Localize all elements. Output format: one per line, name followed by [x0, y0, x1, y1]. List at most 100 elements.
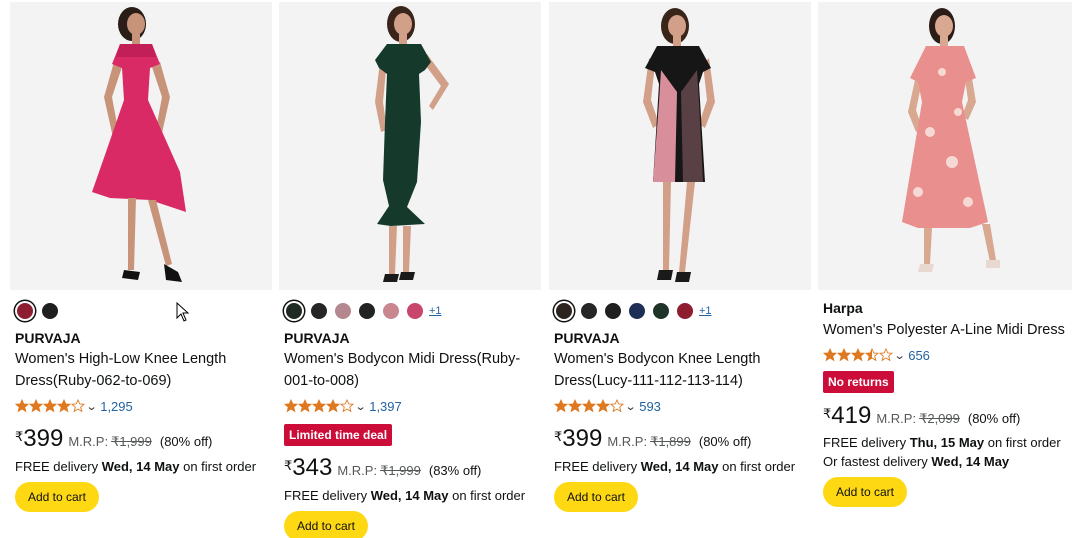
mrp-label: M.R.P: — [607, 434, 648, 449]
delivery-line: FREE delivery Thu, 15 May on first order — [823, 433, 1072, 452]
star-icon — [340, 399, 354, 413]
rating-count-link[interactable]: 593 — [639, 399, 661, 414]
chevron-down-icon[interactable]: ⌄ — [86, 400, 98, 413]
star-icon — [582, 399, 596, 413]
product-title-link[interactable]: Women's Bodycon Midi Dress(Ruby-001-to-0… — [284, 348, 534, 392]
mouse-cursor-icon — [176, 302, 190, 322]
star-icon — [298, 399, 312, 413]
product-rating[interactable]: ⌄ 1,295 — [15, 398, 133, 414]
product-card[interactable]: +1 PURVAJA Women's Bodycon Knee Length D… — [549, 0, 811, 538]
star-icon — [312, 399, 326, 413]
price-row: ₹ 343 M.R.P: ₹1,999 (83% off) — [284, 455, 481, 481]
price-amount: 343 — [292, 454, 333, 481]
color-swatch[interactable] — [581, 303, 597, 319]
product-image[interactable] — [10, 2, 272, 290]
product-rating[interactable]: ⌄ 593 — [554, 398, 661, 414]
delivery-date: Thu, 15 May — [909, 435, 985, 450]
star-icon — [284, 399, 298, 413]
price-row: ₹ 399 M.R.P: ₹1,999 (80% off) — [15, 426, 212, 452]
color-swatch[interactable] — [653, 303, 669, 319]
mrp-value: ₹1,899 — [650, 434, 691, 449]
color-swatch[interactable] — [383, 303, 399, 319]
product-rating[interactable]: ⌄ 1,397 — [284, 398, 402, 414]
product-brand: Harpa — [823, 300, 863, 316]
color-swatch[interactable] — [677, 303, 693, 319]
chevron-down-icon[interactable]: ⌄ — [355, 400, 367, 413]
product-image[interactable] — [549, 2, 811, 290]
color-swatch[interactable] — [311, 303, 327, 319]
product-card[interactable]: Harpa Women's Polyester A-Line Midi Dres… — [818, 0, 1072, 538]
product-title-link[interactable]: Women's High-Low Knee Length Dress(Ruby-… — [15, 348, 265, 392]
price-amount: 419 — [831, 402, 872, 429]
delivery-suffix: on first order — [179, 459, 257, 474]
delivery-prefix: FREE delivery — [15, 459, 102, 474]
product-image[interactable] — [279, 2, 541, 290]
star-rating — [554, 399, 624, 413]
star-icon — [43, 399, 57, 413]
fastest-date: Wed, 14 May — [931, 454, 1010, 469]
product-image[interactable] — [818, 2, 1072, 290]
star-icon — [15, 399, 29, 413]
star-icon — [823, 348, 837, 362]
star-icon — [851, 348, 865, 362]
product-title-link[interactable]: Women's Bodycon Knee Length Dress(Lucy-1… — [554, 348, 804, 392]
product-rating[interactable]: ⌄ 656 — [823, 347, 930, 363]
star-icon — [29, 399, 43, 413]
delivery-prefix: FREE delivery — [823, 435, 910, 450]
star-icon — [568, 399, 582, 413]
delivery-date: Wed, 14 May — [101, 459, 180, 474]
color-swatch[interactable] — [17, 303, 33, 319]
rating-count-link[interactable]: 1,295 — [100, 399, 133, 414]
discount-text: (80% off) — [967, 411, 1021, 426]
discount-text: (83% off) — [428, 463, 482, 478]
currency-symbol: ₹ — [823, 406, 832, 421]
star-icon — [837, 348, 851, 362]
more-colors-link[interactable]: +1 — [699, 305, 712, 317]
color-swatches: +1 — [554, 300, 712, 322]
add-to-cart-button[interactable]: Add to cart — [554, 482, 638, 512]
star-icon — [610, 399, 624, 413]
mrp-label: M.R.P: — [337, 463, 378, 478]
star-icon — [71, 399, 85, 413]
color-swatch[interactable] — [42, 303, 58, 319]
mrp-value: ₹1,999 — [111, 434, 152, 449]
color-swatch[interactable] — [335, 303, 351, 319]
mrp-label: M.R.P: — [68, 434, 109, 449]
star-rating — [284, 399, 354, 413]
star-rating — [15, 399, 85, 413]
delivery-prefix: FREE delivery — [284, 488, 371, 503]
add-to-cart-button[interactable]: Add to cart — [15, 482, 99, 512]
star-icon — [57, 399, 71, 413]
rating-count-link[interactable]: 1,397 — [369, 399, 402, 414]
star-icon — [879, 348, 893, 362]
star-icon — [596, 399, 610, 413]
delivery-info: FREE delivery Thu, 15 May on first order… — [823, 433, 1072, 471]
delivery-date: Wed, 14 May — [640, 459, 719, 474]
price-row: ₹ 399 M.R.P: ₹1,899 (80% off) — [554, 426, 751, 452]
delivery-suffix: on first order — [448, 488, 526, 503]
chevron-down-icon[interactable]: ⌄ — [894, 349, 906, 362]
product-card[interactable]: +1 PURVAJA Women's Bodycon Midi Dress(Ru… — [279, 0, 541, 538]
delivery-info: FREE delivery Wed, 14 May on first order — [15, 457, 270, 476]
fastest-delivery-line: Or fastest delivery Wed, 14 May — [823, 452, 1072, 471]
product-title-link[interactable]: Women's Polyester A-Line Midi Dress — [823, 319, 1072, 341]
delivery-suffix: on first order — [718, 459, 796, 474]
more-colors-link[interactable]: +1 — [429, 305, 442, 317]
product-brand: PURVAJA — [15, 330, 81, 346]
product-card[interactable]: PURVAJA Women's High-Low Knee Length Dre… — [10, 0, 272, 538]
color-swatch[interactable] — [629, 303, 645, 319]
color-swatch[interactable] — [359, 303, 375, 319]
color-swatch[interactable] — [286, 303, 302, 319]
color-swatch[interactable] — [556, 303, 572, 319]
price-amount: 399 — [23, 425, 64, 452]
price-amount: 399 — [562, 425, 603, 452]
rating-count-link[interactable]: 656 — [908, 348, 930, 363]
color-swatch[interactable] — [605, 303, 621, 319]
chevron-down-icon[interactable]: ⌄ — [625, 400, 637, 413]
add-to-cart-button[interactable]: Add to cart — [284, 511, 368, 538]
currency-symbol: ₹ — [554, 429, 563, 444]
add-to-cart-button[interactable]: Add to cart — [823, 477, 907, 507]
delivery-suffix: on first order — [984, 435, 1061, 450]
color-swatch[interactable] — [407, 303, 423, 319]
price-row: ₹ 419 M.R.P: ₹2,099 (80% off) — [823, 403, 1020, 429]
